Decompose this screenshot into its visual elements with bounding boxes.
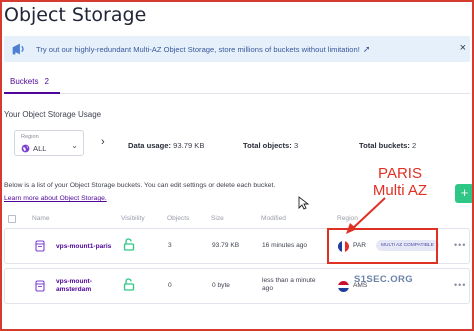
banner-link-text[interactable]: Try out our highly-redundant Multi-AZ Ob…: [36, 45, 360, 54]
rocket-icon: ➚: [362, 43, 371, 54]
unlocked-icon: [123, 278, 135, 291]
modified-time: less than a minute ago: [262, 277, 316, 293]
megaphone-icon: [12, 43, 24, 55]
modified-time: 16 minutes ago: [262, 242, 308, 249]
total-objects-stat: Total objects: 3: [243, 141, 298, 150]
total-buckets-stat: Total buckets: 2: [359, 141, 416, 150]
add-bucket-button[interactable]: +: [455, 184, 474, 203]
bucket-icon: [35, 240, 45, 252]
bucket-size: 93.79 KB: [212, 242, 240, 249]
tab-label: Buckets: [10, 77, 39, 86]
unlocked-icon: [123, 238, 135, 251]
modified-time-line-1: less than a minute: [262, 277, 316, 284]
select-all-checkbox[interactable]: [8, 215, 16, 223]
bucket-name-link[interactable]: vps-mount- amsterdam: [56, 278, 92, 294]
column-header-size[interactable]: Size: [211, 215, 224, 222]
bucket-size: 0 byte: [212, 282, 230, 289]
table-header: Name Visibility Objects Size Modified Re…: [4, 212, 470, 226]
data-usage-label: Data usage:: [128, 141, 172, 150]
modified-time-line-2: ago: [262, 285, 274, 292]
globe-icon: [21, 144, 30, 153]
mouse-cursor-icon: [298, 196, 310, 210]
page-title: Object Storage: [4, 4, 147, 26]
more-options-icon[interactable]: •••: [454, 280, 466, 290]
usage-title: Your Object Storage Usage: [4, 110, 102, 119]
bucket-name-line-1: vps-mount-: [56, 278, 92, 285]
total-objects-label: Total objects:: [243, 141, 292, 150]
annotation-label: PARIS Multi AZ: [365, 165, 435, 199]
data-usage-value: 93.79 KB: [173, 141, 205, 150]
learn-more-link[interactable]: Learn more about Object Storage.: [4, 195, 107, 202]
column-header-objects[interactable]: Objects: [167, 215, 189, 222]
data-usage-stat: Data usage: 93.79 KB: [128, 141, 204, 150]
total-objects-value: 3: [293, 141, 299, 150]
usage-card: Region ALL ⌄ › Data usage: 93.79 KB Tota…: [4, 124, 470, 164]
column-header-visibility[interactable]: Visibility: [121, 215, 145, 222]
column-header-name[interactable]: Name: [32, 215, 50, 222]
objects-count: 0: [168, 282, 172, 289]
region-select-value: ALL: [33, 144, 47, 153]
chevron-down-icon: ⌄: [71, 141, 78, 150]
bucket-name-link[interactable]: vps-mount1-paris: [56, 243, 111, 251]
close-icon[interactable]: ×: [460, 42, 466, 54]
column-header-modified[interactable]: Modified: [261, 215, 286, 222]
region-select[interactable]: Region ALL ⌄: [14, 130, 84, 156]
bucket-icon: [35, 280, 45, 292]
region-select-label: Region: [21, 134, 39, 140]
more-options-icon[interactable]: •••: [454, 240, 466, 250]
tab-bar: Buckets 2: [4, 72, 470, 94]
watermark: S1SEC.ORG: [354, 274, 414, 285]
chevron-right-icon[interactable]: ›: [101, 136, 105, 148]
total-buckets-label: Total buckets:: [359, 141, 410, 150]
annotation-arrow-icon: [346, 197, 386, 234]
objects-count: 3: [168, 242, 172, 249]
annotation-line-1: PARIS: [378, 165, 422, 182]
netherlands-flag-icon: [338, 281, 349, 292]
tab-buckets[interactable]: Buckets 2: [4, 72, 60, 94]
total-buckets-value: 2: [412, 141, 417, 150]
tab-count: 2: [44, 77, 49, 86]
help-text: Below is a list of your Object Storage b…: [4, 182, 276, 189]
bucket-name-line-2: amsterdam: [56, 286, 92, 293]
promo-banner: Try out our highly-redundant Multi-AZ Ob…: [4, 36, 470, 62]
